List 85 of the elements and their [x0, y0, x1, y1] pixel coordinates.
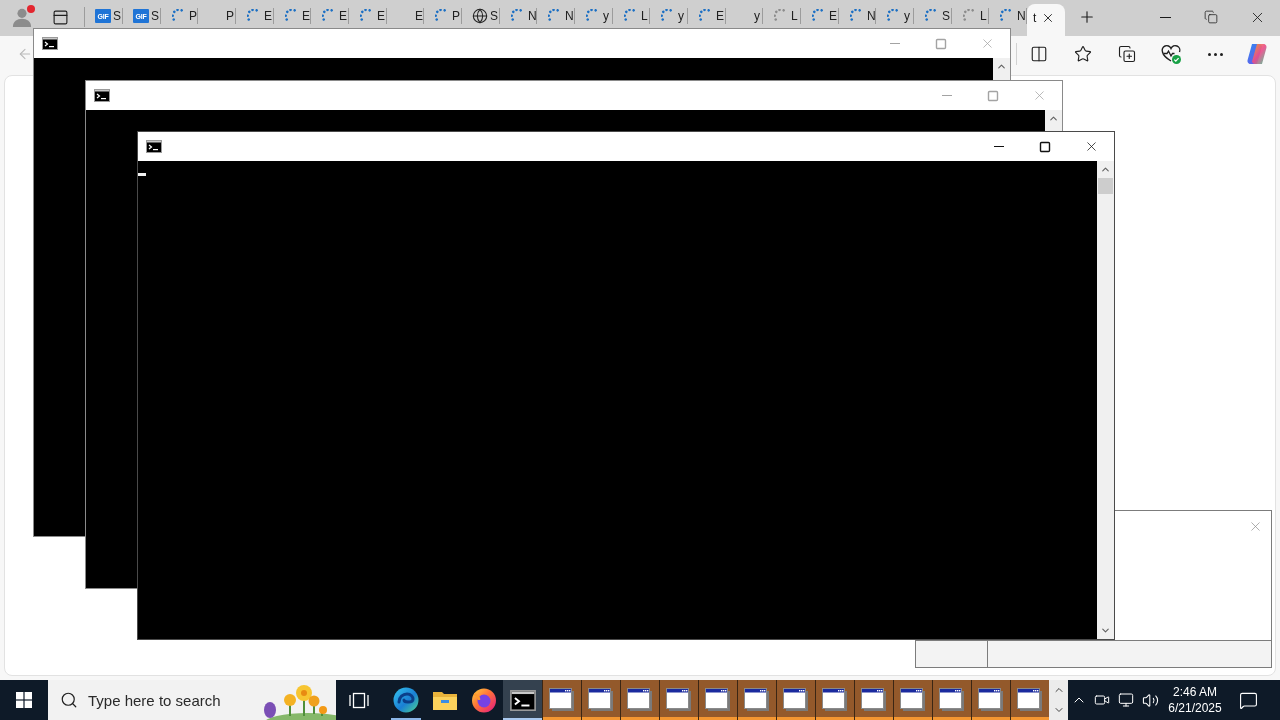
taskbar-button[interactable] [581, 680, 620, 720]
window-icon [549, 688, 575, 712]
loading-spinner-icon [548, 9, 562, 23]
console-icon [42, 37, 58, 50]
loading-spinner-icon [963, 9, 977, 23]
clock-time: 2:46 AM [1173, 685, 1217, 699]
speech-bubble-icon [1238, 690, 1258, 710]
loading-spinner-icon [511, 9, 525, 23]
volume-icon [1141, 691, 1159, 709]
window-icon [900, 688, 926, 712]
taskbar-button[interactable] [503, 680, 542, 720]
browser-tab[interactable]: t [1027, 4, 1065, 36]
minimize-icon [942, 95, 952, 96]
window-icon [705, 688, 731, 712]
fox-logo-icon [470, 687, 497, 713]
swirl-logo-icon [392, 687, 419, 713]
taskbar-button[interactable] [659, 680, 698, 720]
loading-spinner-icon [322, 9, 336, 23]
taskbar-button[interactable] [932, 680, 971, 720]
loading-spinner-icon [661, 9, 675, 23]
taskbar-button[interactable] [854, 680, 893, 720]
window-icon [1017, 688, 1043, 712]
taskbar-button[interactable] [893, 680, 932, 720]
loading-spinner-icon [887, 9, 901, 23]
minimize-icon [890, 43, 900, 44]
taskbar-button[interactable] [1010, 680, 1049, 720]
window-icon [822, 688, 848, 712]
split-screen-icon [1030, 45, 1048, 63]
window-icon [861, 688, 887, 712]
loading-spinner-icon [360, 9, 374, 23]
heart-check-icon [1161, 44, 1181, 64]
colorful-logo-icon [1246, 43, 1268, 65]
search-field[interactable]: Type here to search [48, 680, 336, 720]
network-icon [1118, 692, 1134, 708]
minimize-icon [1159, 16, 1171, 18]
loading-spinner-icon [812, 9, 826, 23]
star-icon [1074, 45, 1092, 63]
window-icon [978, 688, 1004, 712]
text-cursor [138, 173, 146, 176]
maximize-icon [1039, 140, 1051, 153]
plus-icon [1078, 8, 1096, 26]
copy-plus-icon [1118, 45, 1136, 63]
taskbar-button[interactable] [737, 680, 776, 720]
taskbar-button[interactable] [620, 680, 659, 720]
taskbar-button[interactable] [815, 680, 854, 720]
clock-date: 6/21/2025 [1168, 701, 1222, 715]
taskbar-button[interactable] [776, 680, 815, 720]
window-icon [744, 688, 770, 712]
window-icon [666, 688, 692, 712]
loading-spinner-icon [850, 9, 864, 23]
console-icon [146, 140, 162, 153]
taskbar-button[interactable] [542, 680, 581, 720]
loading-spinner-icon [586, 9, 600, 23]
console-icon [509, 689, 536, 711]
minimize-icon [994, 146, 1004, 147]
window-icon [783, 688, 809, 712]
maximize-icon [935, 37, 947, 50]
folder-icon [431, 689, 458, 711]
chevron-down-icon [1100, 625, 1111, 636]
restore-icon [1204, 10, 1218, 24]
loading-spinner-icon [435, 9, 449, 23]
loading-spinner-icon [172, 9, 186, 23]
loading-spinner-icon [247, 9, 261, 23]
profile-avatar-icon [12, 7, 32, 27]
window-icon [588, 688, 614, 712]
window-icon [627, 688, 653, 712]
search-icon [60, 691, 78, 709]
windows-logo-icon [16, 692, 32, 708]
console-icon [94, 89, 110, 102]
globe-icon [472, 8, 488, 24]
taskbar-button[interactable] [971, 680, 1010, 720]
maximize-icon [987, 89, 999, 102]
loading-spinner-icon [699, 9, 713, 23]
more-icon [1207, 52, 1223, 56]
loading-spinner-icon [925, 9, 939, 23]
loading-spinner-icon [774, 9, 788, 23]
taskbar-button[interactable] [698, 680, 737, 720]
task-view-icon [349, 691, 369, 709]
panel-top-icon [51, 8, 69, 26]
scrollbar-thumb[interactable] [1098, 178, 1113, 194]
window-icon [939, 688, 965, 712]
loading-spinner-icon [1000, 9, 1014, 23]
loading-spinner-icon [624, 9, 638, 23]
loading-spinner-icon [285, 9, 299, 23]
video-camera-icon [1094, 692, 1110, 708]
